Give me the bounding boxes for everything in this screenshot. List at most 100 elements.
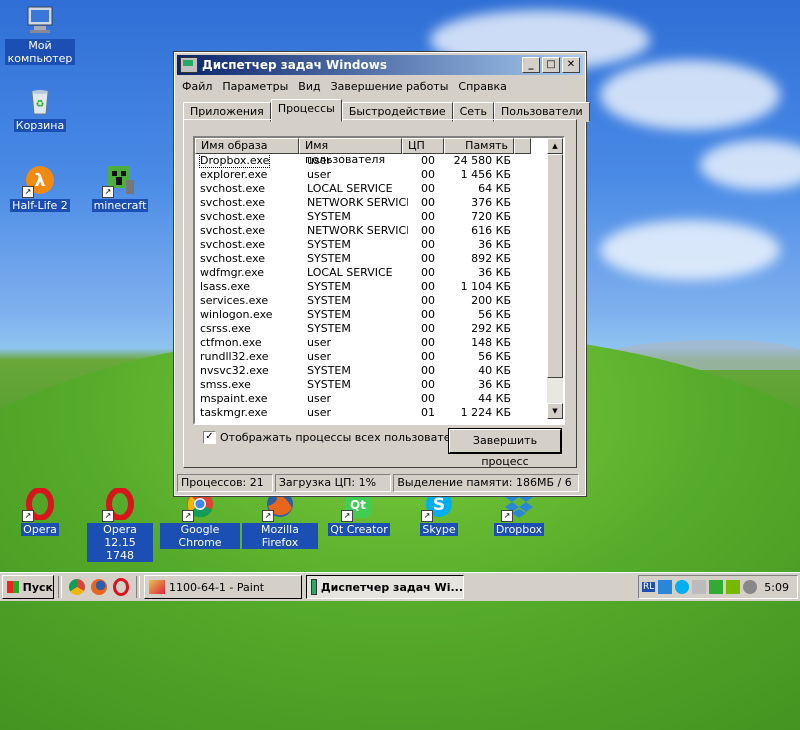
cell-memory: 56 КБ — [448, 350, 516, 364]
menu-shutdown[interactable]: Завершение работы — [326, 80, 454, 93]
clock[interactable]: 5:09 — [764, 581, 789, 594]
desktop-icon-half-life[interactable]: λ ↗ Half-Life 2 — [5, 164, 75, 212]
volume-icon[interactable] — [743, 580, 758, 594]
opera-icon[interactable] — [113, 578, 129, 596]
recycle-bin-icon: ♻ — [24, 84, 56, 116]
nvidia-icon[interactable] — [726, 580, 741, 594]
vertical-scrollbar[interactable]: ▲ ▼ — [547, 138, 563, 419]
chrome-icon[interactable] — [69, 579, 85, 595]
table-row[interactable]: nvsvc32.exe SYSTEM 00 40 КБ — [195, 364, 563, 378]
cell-memory-text: 56 КБ — [478, 350, 511, 363]
dropbox-icon[interactable] — [658, 580, 673, 594]
table-row[interactable]: svchost.exe NETWORK SERVICE 00 376 КБ — [195, 196, 563, 210]
desktop-icon-chrome[interactable]: ↗ Google Chrome — [160, 488, 240, 549]
desktop-icon-label: Half-Life 2 — [10, 199, 70, 212]
table-row[interactable]: winlogon.exe SYSTEM 00 56 КБ — [195, 308, 563, 322]
desktop-icon-opera[interactable]: ↗ Opera — [5, 487, 75, 536]
cell-memory: 1 104 КБ — [448, 280, 516, 294]
cell-memory: 1 456 КБ — [448, 168, 516, 182]
desktop-icon-firefox[interactable]: ↗ Mozilla Firefox — [242, 488, 318, 549]
menu-help[interactable]: Справка — [453, 80, 511, 93]
menu-file[interactable]: Файл — [177, 80, 217, 93]
shortcut-arrow-icon: ↗ — [182, 510, 194, 522]
table-row[interactable]: rundll32.exe user 00 56 КБ — [195, 350, 563, 364]
column-header-image-name[interactable]: Имя образа — [195, 138, 299, 154]
cell-image-name-text: services.exe — [200, 294, 269, 307]
maximize-button[interactable]: □ — [542, 57, 560, 73]
taskbar-button-task-manager[interactable]: Диспетчер задач Wi... — [306, 575, 464, 599]
table-row[interactable]: mspaint.exe user 00 44 КБ — [195, 392, 563, 406]
scroll-thumb[interactable] — [547, 154, 563, 378]
scroll-up-button[interactable]: ▲ — [547, 138, 563, 154]
cell-image-name: lsass.exe — [195, 280, 302, 294]
language-indicator[interactable]: RL — [642, 582, 656, 592]
table-row[interactable]: svchost.exe SYSTEM 00 36 КБ — [195, 238, 563, 252]
table-row[interactable]: lsass.exe SYSTEM 00 1 104 КБ — [195, 280, 563, 294]
firefox-icon[interactable] — [91, 579, 107, 595]
cell-cpu: 00 — [408, 238, 448, 252]
cell-cpu: 00 — [408, 252, 448, 266]
cell-cpu: 00 — [408, 168, 448, 182]
minimize-button[interactable]: _ — [522, 57, 540, 73]
cell-user-name-text: NETWORK SERVICE — [307, 224, 408, 237]
start-button[interactable]: Пуск — [2, 575, 54, 599]
cell-image-name: wdfmgr.exe — [195, 266, 302, 280]
table-row[interactable]: Dropbox.exe user 00 24 580 КБ — [195, 154, 563, 168]
desktop-icon-minecraft[interactable]: ↗ minecraft — [85, 164, 155, 212]
cell-memory: 1 224 КБ — [448, 406, 516, 420]
table-row[interactable]: explorer.exe user 00 1 456 КБ — [195, 168, 563, 182]
cell-user-name-text: SYSTEM — [307, 378, 351, 391]
window-titlebar[interactable]: Диспетчер задач Windows _ □ ✕ — [177, 55, 583, 75]
cell-memory: 292 КБ — [448, 322, 516, 336]
table-row[interactable]: svchost.exe LOCAL SERVICE 00 64 КБ — [195, 182, 563, 196]
show-all-users-label[interactable]: Отображать процессы всех пользователей — [220, 431, 471, 444]
shortcut-arrow-icon: ↗ — [22, 510, 34, 522]
desktop-icon-my-computer[interactable]: Мой компьютер — [5, 4, 75, 65]
taskbar-separator — [58, 576, 62, 598]
menu-view[interactable]: Вид — [293, 80, 325, 93]
menu-options[interactable]: Параметры — [217, 80, 293, 93]
security-icon[interactable] — [709, 580, 724, 594]
table-row[interactable]: svchost.exe SYSTEM 00 892 КБ — [195, 252, 563, 266]
column-header-cpu[interactable]: ЦП — [402, 138, 444, 154]
status-cpu: Загрузка ЦП: 1% — [274, 474, 392, 492]
network-icon[interactable] — [692, 580, 707, 594]
table-row[interactable]: taskmgr.exe user 01 1 224 КБ — [195, 406, 563, 420]
table-row[interactable]: services.exe SYSTEM 00 200 КБ — [195, 294, 563, 308]
tab-processes[interactable]: Процессы — [270, 99, 342, 122]
table-row[interactable]: wdfmgr.exe LOCAL SERVICE 00 36 КБ — [195, 266, 563, 280]
table-row[interactable]: ctfmon.exe user 00 148 КБ — [195, 336, 563, 350]
show-all-users-checkbox[interactable]: ✓ — [203, 431, 216, 444]
cell-user-name: user — [302, 154, 408, 168]
cell-image-name: nvsvc32.exe — [195, 364, 302, 378]
desktop-icon-recycle-bin[interactable]: ♻ Корзина — [5, 84, 75, 132]
skype-icon[interactable] — [675, 580, 690, 594]
cell-user-name: user — [302, 350, 408, 364]
cell-user-name: user — [302, 392, 408, 406]
cell-memory-text: 720 КБ — [471, 210, 511, 223]
window-title: Диспетчер задач Windows — [202, 58, 387, 72]
end-process-button[interactable]: Завершить процесс — [448, 428, 562, 468]
desktop-icon-opera-12[interactable]: ↗ Opera 12.15 1748 — [85, 487, 155, 562]
taskbar-button-paint[interactable]: 1100-64-1 - Paint — [144, 575, 302, 599]
svg-text:♻: ♻ — [36, 99, 45, 110]
scroll-down-button[interactable]: ▼ — [547, 403, 563, 419]
cell-memory: 148 КБ — [448, 336, 516, 350]
cell-cpu: 00 — [408, 378, 448, 392]
column-header-memory[interactable]: Память — [444, 138, 514, 154]
cell-memory-text: 1 104 КБ — [460, 280, 511, 293]
table-row[interactable]: svchost.exe SYSTEM 00 720 КБ — [195, 210, 563, 224]
column-header-user-name[interactable]: Имя пользователя — [299, 138, 402, 166]
cell-cpu-text: 00 — [421, 280, 435, 293]
process-list[interactable]: Имя образа Имя пользователя ЦП Память Dr… — [193, 136, 565, 425]
table-row[interactable]: smss.exe SYSTEM 00 36 КБ — [195, 378, 563, 392]
desktop-icon-label: Mozilla Firefox — [242, 523, 318, 549]
cell-cpu-text: 00 — [421, 154, 435, 167]
cell-memory-text: 292 КБ — [471, 322, 511, 335]
cell-user-name-text: user — [307, 154, 331, 167]
cell-memory-text: 56 КБ — [478, 308, 511, 321]
table-row[interactable]: svchost.exe NETWORK SERVICE 00 616 КБ — [195, 224, 563, 238]
close-button[interactable]: ✕ — [562, 57, 580, 73]
cell-memory-text: 1 456 КБ — [460, 168, 511, 181]
table-row[interactable]: csrss.exe SYSTEM 00 292 КБ — [195, 322, 563, 336]
